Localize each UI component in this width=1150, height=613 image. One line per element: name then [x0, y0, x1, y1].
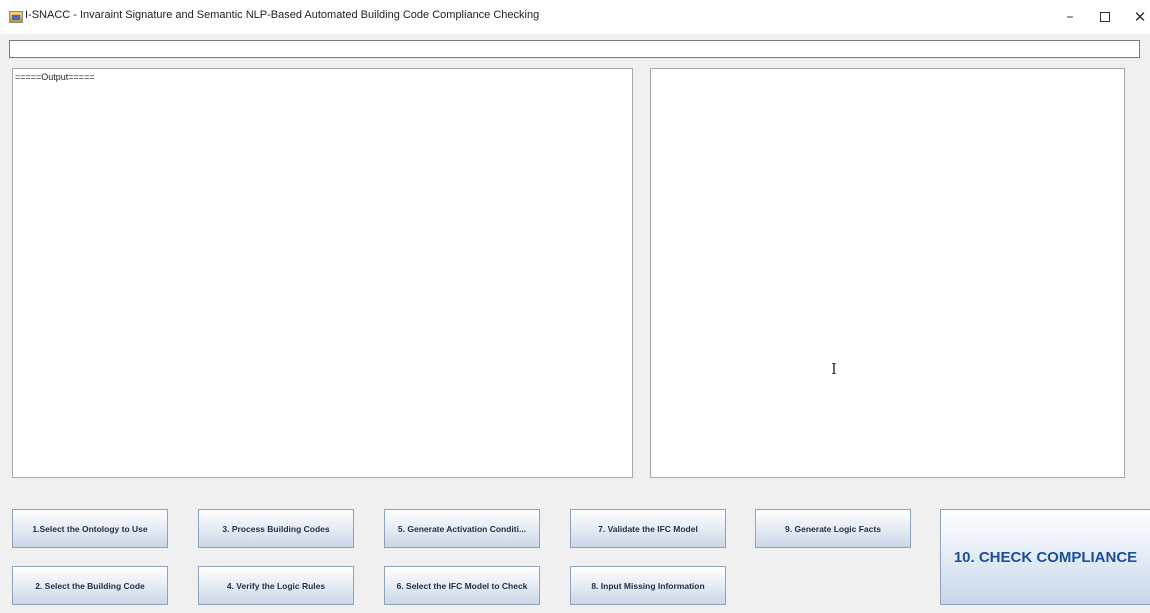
close-button[interactable]: ✕: [1120, 0, 1150, 34]
check-compliance-button[interactable]: 10. CHECK COMPLIANCE: [940, 509, 1150, 605]
verify-logic-rules-button[interactable]: 4. Verify the Logic Rules: [198, 566, 354, 605]
generate-logic-facts-button[interactable]: 9. Generate Logic Facts: [755, 509, 911, 548]
java-app-icon[interactable]: [9, 11, 23, 23]
select-building-code-button[interactable]: 2. Select the Building Code: [12, 566, 168, 605]
output-text-area[interactable]: =====Output=====: [12, 68, 633, 478]
command-input[interactable]: [9, 40, 1140, 58]
input-missing-information-button[interactable]: 8. Input Missing Information: [570, 566, 726, 605]
output-header: =====Output=====: [15, 72, 95, 82]
select-ontology-button[interactable]: 1.Select the Ontology to Use: [12, 509, 168, 548]
generate-activation-conditions-button[interactable]: 5. Generate Activation Conditi...: [384, 509, 540, 548]
validate-ifc-model-button[interactable]: 7. Validate the IFC Model: [570, 509, 726, 548]
close-icon: ✕: [1133, 8, 1147, 26]
minimize-button[interactable]: –: [1050, 0, 1090, 34]
process-building-codes-button[interactable]: 3. Process Building Codes: [198, 509, 354, 548]
text-cursor-icon: I: [831, 360, 837, 378]
window-title: I-SNACC - Invaraint Signature and Semant…: [25, 9, 540, 21]
minimize-icon: –: [1066, 9, 1074, 25]
maximize-icon: [1100, 12, 1110, 22]
maximize-button[interactable]: [1085, 0, 1125, 34]
secondary-text-area[interactable]: I: [650, 68, 1125, 478]
select-ifc-model-button[interactable]: 6. Select the IFC Model to Check: [384, 566, 540, 605]
title-bar: I-SNACC - Invaraint Signature and Semant…: [0, 0, 1150, 34]
